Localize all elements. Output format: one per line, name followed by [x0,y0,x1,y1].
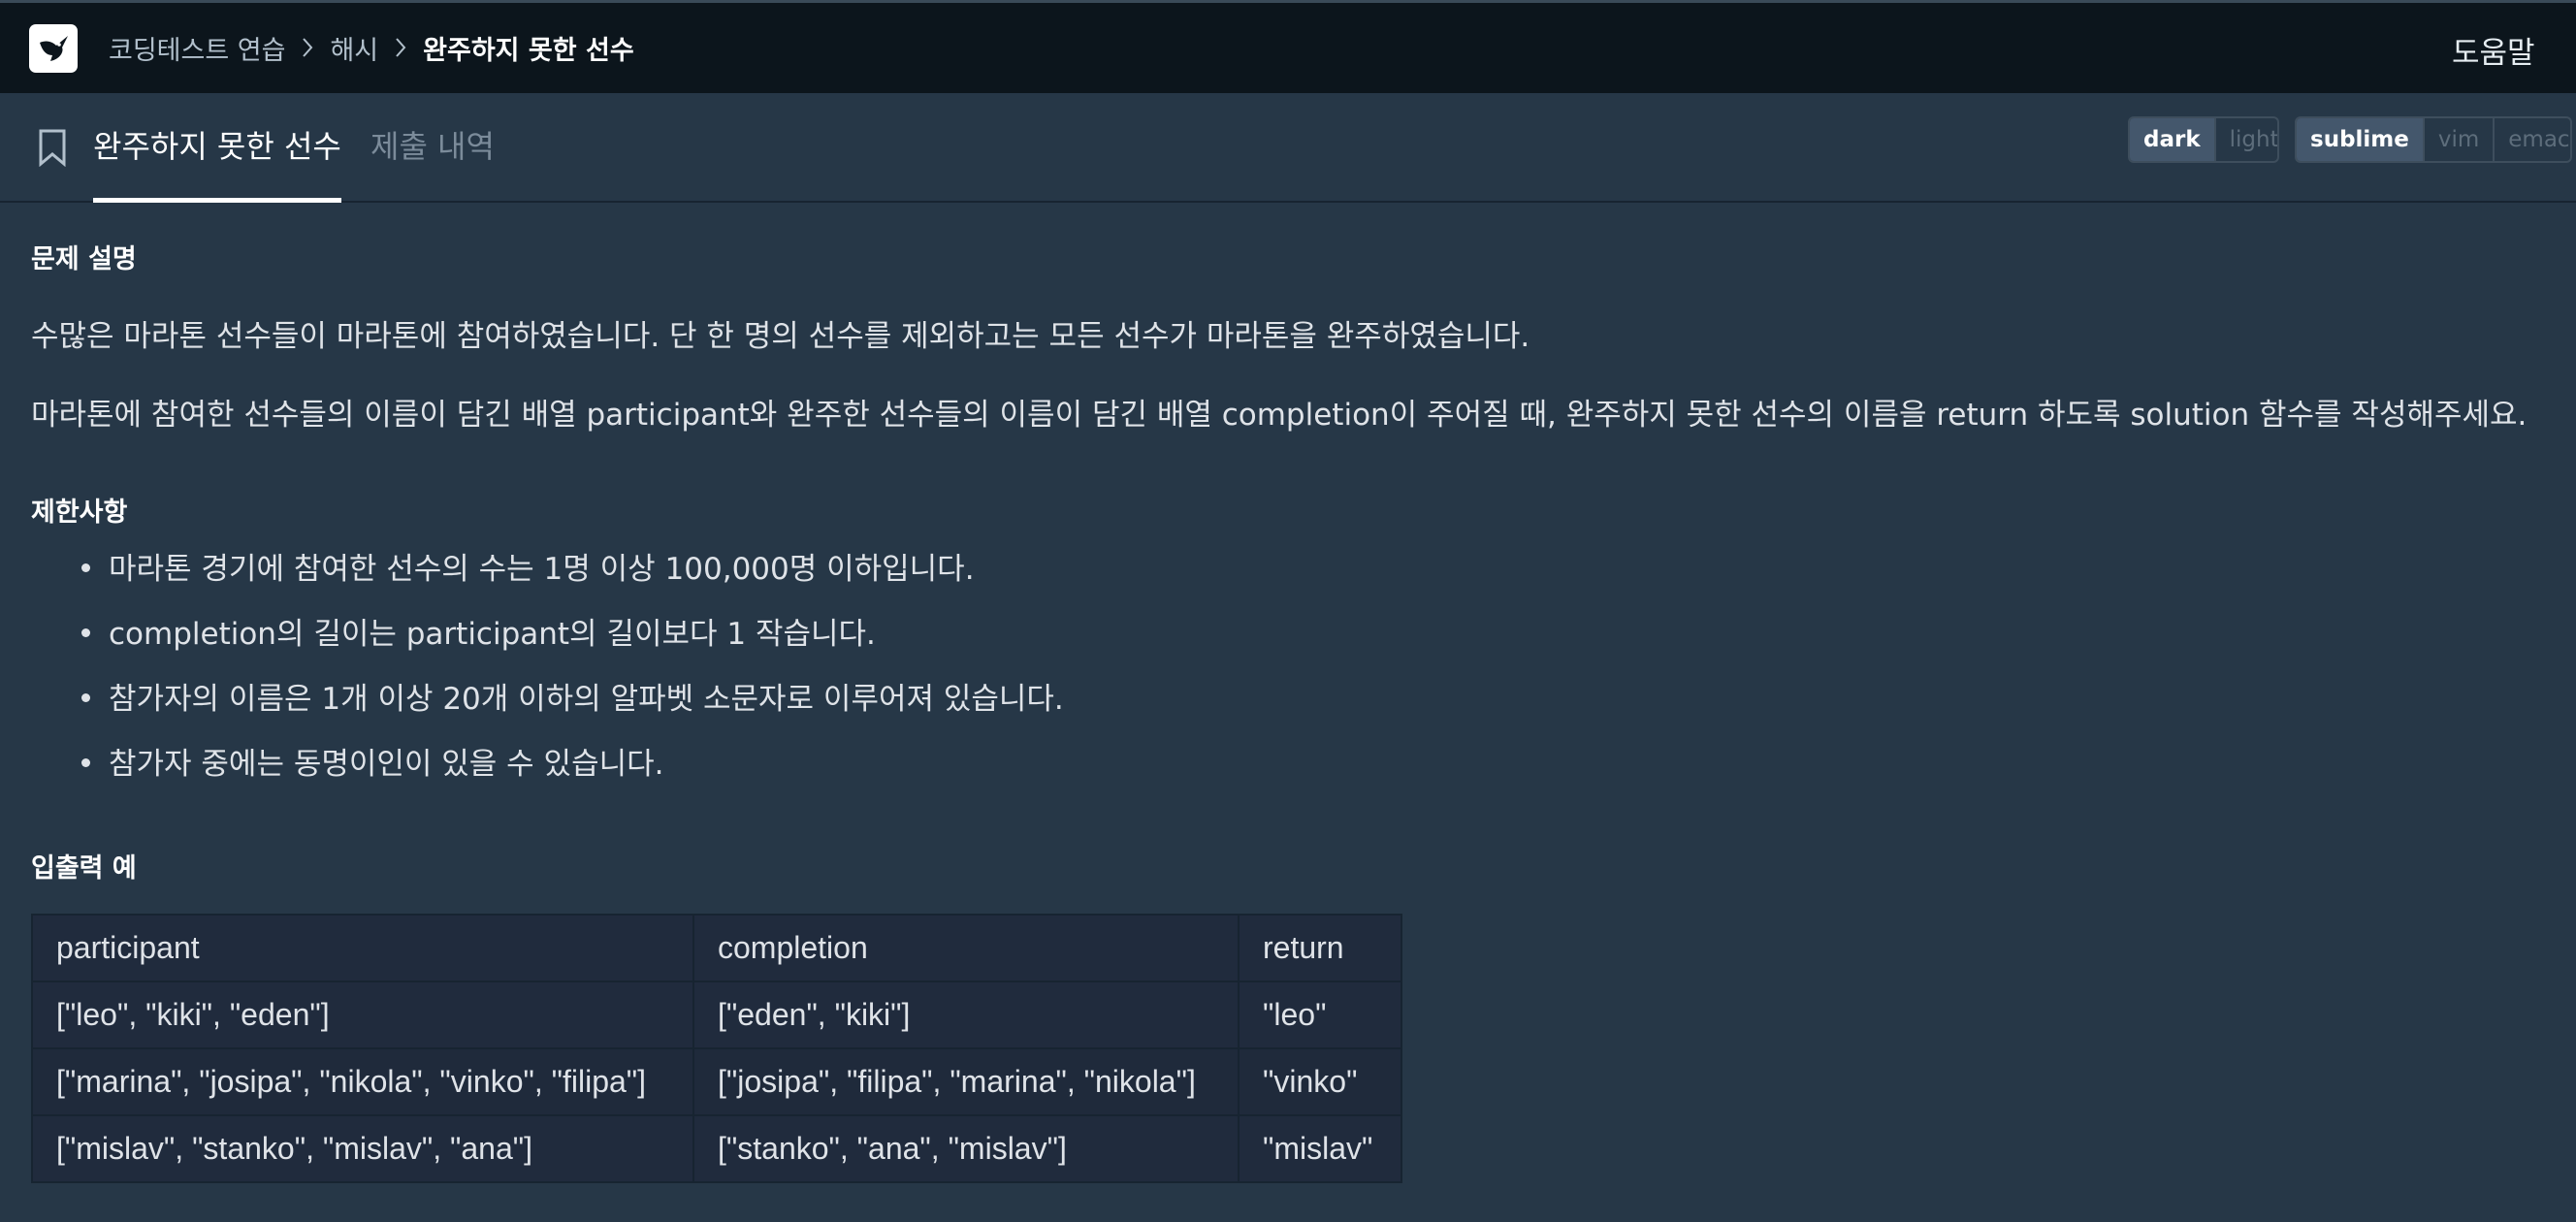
description-paragraph-2: 마라톤에 참여한 선수들의 이름이 담긴 배열 participant와 완주한… [31,398,2528,433]
bookmark-icon[interactable] [37,128,68,171]
table-cell: ["eden", "kiki"] [692,981,1240,1049]
table-cell: "leo" [1238,981,1402,1049]
programmers-logo-icon[interactable] [29,24,78,73]
examples-table: participant completion return ["leo", "k… [31,914,1402,1183]
column-header-return: return [1238,914,1402,982]
breadcrumb-current: 완주하지 못한 선수 [423,35,634,66]
table-cell: "mislav" [1238,1114,1402,1183]
table-header-row: participant completion return [31,914,1402,982]
constraints-heading: 제한사항 [31,498,128,528]
tab-problem[interactable]: 완주하지 못한 선수 [93,122,341,203]
table-row: ["mislav", "stanko", "mislav", "ana"] ["… [31,1114,1402,1183]
constraints-list: 마라톤 경기에 참여한 선수의 수는 1명 이상 100,000명 이하입니다.… [31,544,1064,804]
table-row: ["leo", "kiki", "eden"] ["eden", "kiki"]… [31,981,1402,1049]
column-header-participant: participant [31,914,694,982]
breadcrumb: 코딩테스트 연습 해시 완주하지 못한 선수 [109,28,634,67]
description-heading: 문제 설명 [31,244,137,274]
editor-option-sublime[interactable]: sublime [2297,118,2423,161]
editor-option-emacs[interactable]: emacs [2493,118,2570,161]
editor-option-vim[interactable]: vim [2422,118,2493,161]
list-item: 참가자의 이름은 1개 이상 20개 이하의 알파벳 소문자로 이루어져 있습니… [31,674,1064,739]
column-header-completion: completion [692,914,1240,982]
theme-option-light[interactable]: light [2213,118,2277,161]
examples-heading: 입출력 예 [31,853,137,884]
tab-submission-history[interactable]: 제출 내역 [370,122,495,167]
table-cell: ["leo", "kiki", "eden"] [31,981,694,1049]
theme-option-dark[interactable]: dark [2130,118,2214,161]
help-link[interactable]: 도움말 [2452,28,2535,72]
table-cell: ["mislav", "stanko", "mislav", "ana"] [31,1114,694,1183]
table-cell: ["josipa", "filipa", "marina", "nikola"] [692,1047,1240,1116]
table-cell: ["marina", "josipa", "nikola", "vinko", … [31,1047,694,1116]
top-navigation-bar: 코딩테스트 연습 해시 완주하지 못한 선수 도움말 [0,0,2576,93]
editor-mode-toggle: sublime vim emacs [2295,116,2572,163]
list-item: completion의 길이는 participant의 길이보다 1 작습니다… [31,609,1064,674]
breadcrumb-item-hash[interactable]: 해시 [330,29,378,67]
table-cell: "vinko" [1238,1047,1402,1116]
list-item: 마라톤 경기에 참여한 선수의 수는 1명 이상 100,000명 이하입니다. [31,544,1064,609]
table-row: ["marina", "josipa", "nikola", "vinko", … [31,1047,1402,1116]
list-item: 참가자 중에는 동명이인이 있을 수 있습니다. [31,739,1064,804]
description-paragraph-1: 수많은 마라톤 선수들이 마라톤에 참여하였습니다. 단 한 명의 선수를 제외… [31,319,1530,354]
problem-tab-bar: 완주하지 못한 선수 제출 내역 dark light sublime vim … [0,93,2576,203]
chevron-right-icon [291,33,324,62]
theme-toggle: dark light [2128,116,2279,163]
table-cell: ["stanko", "ana", "mislav"] [692,1114,1240,1183]
chevron-right-icon [384,33,417,62]
breadcrumb-item-coding-test[interactable]: 코딩테스트 연습 [109,29,285,67]
